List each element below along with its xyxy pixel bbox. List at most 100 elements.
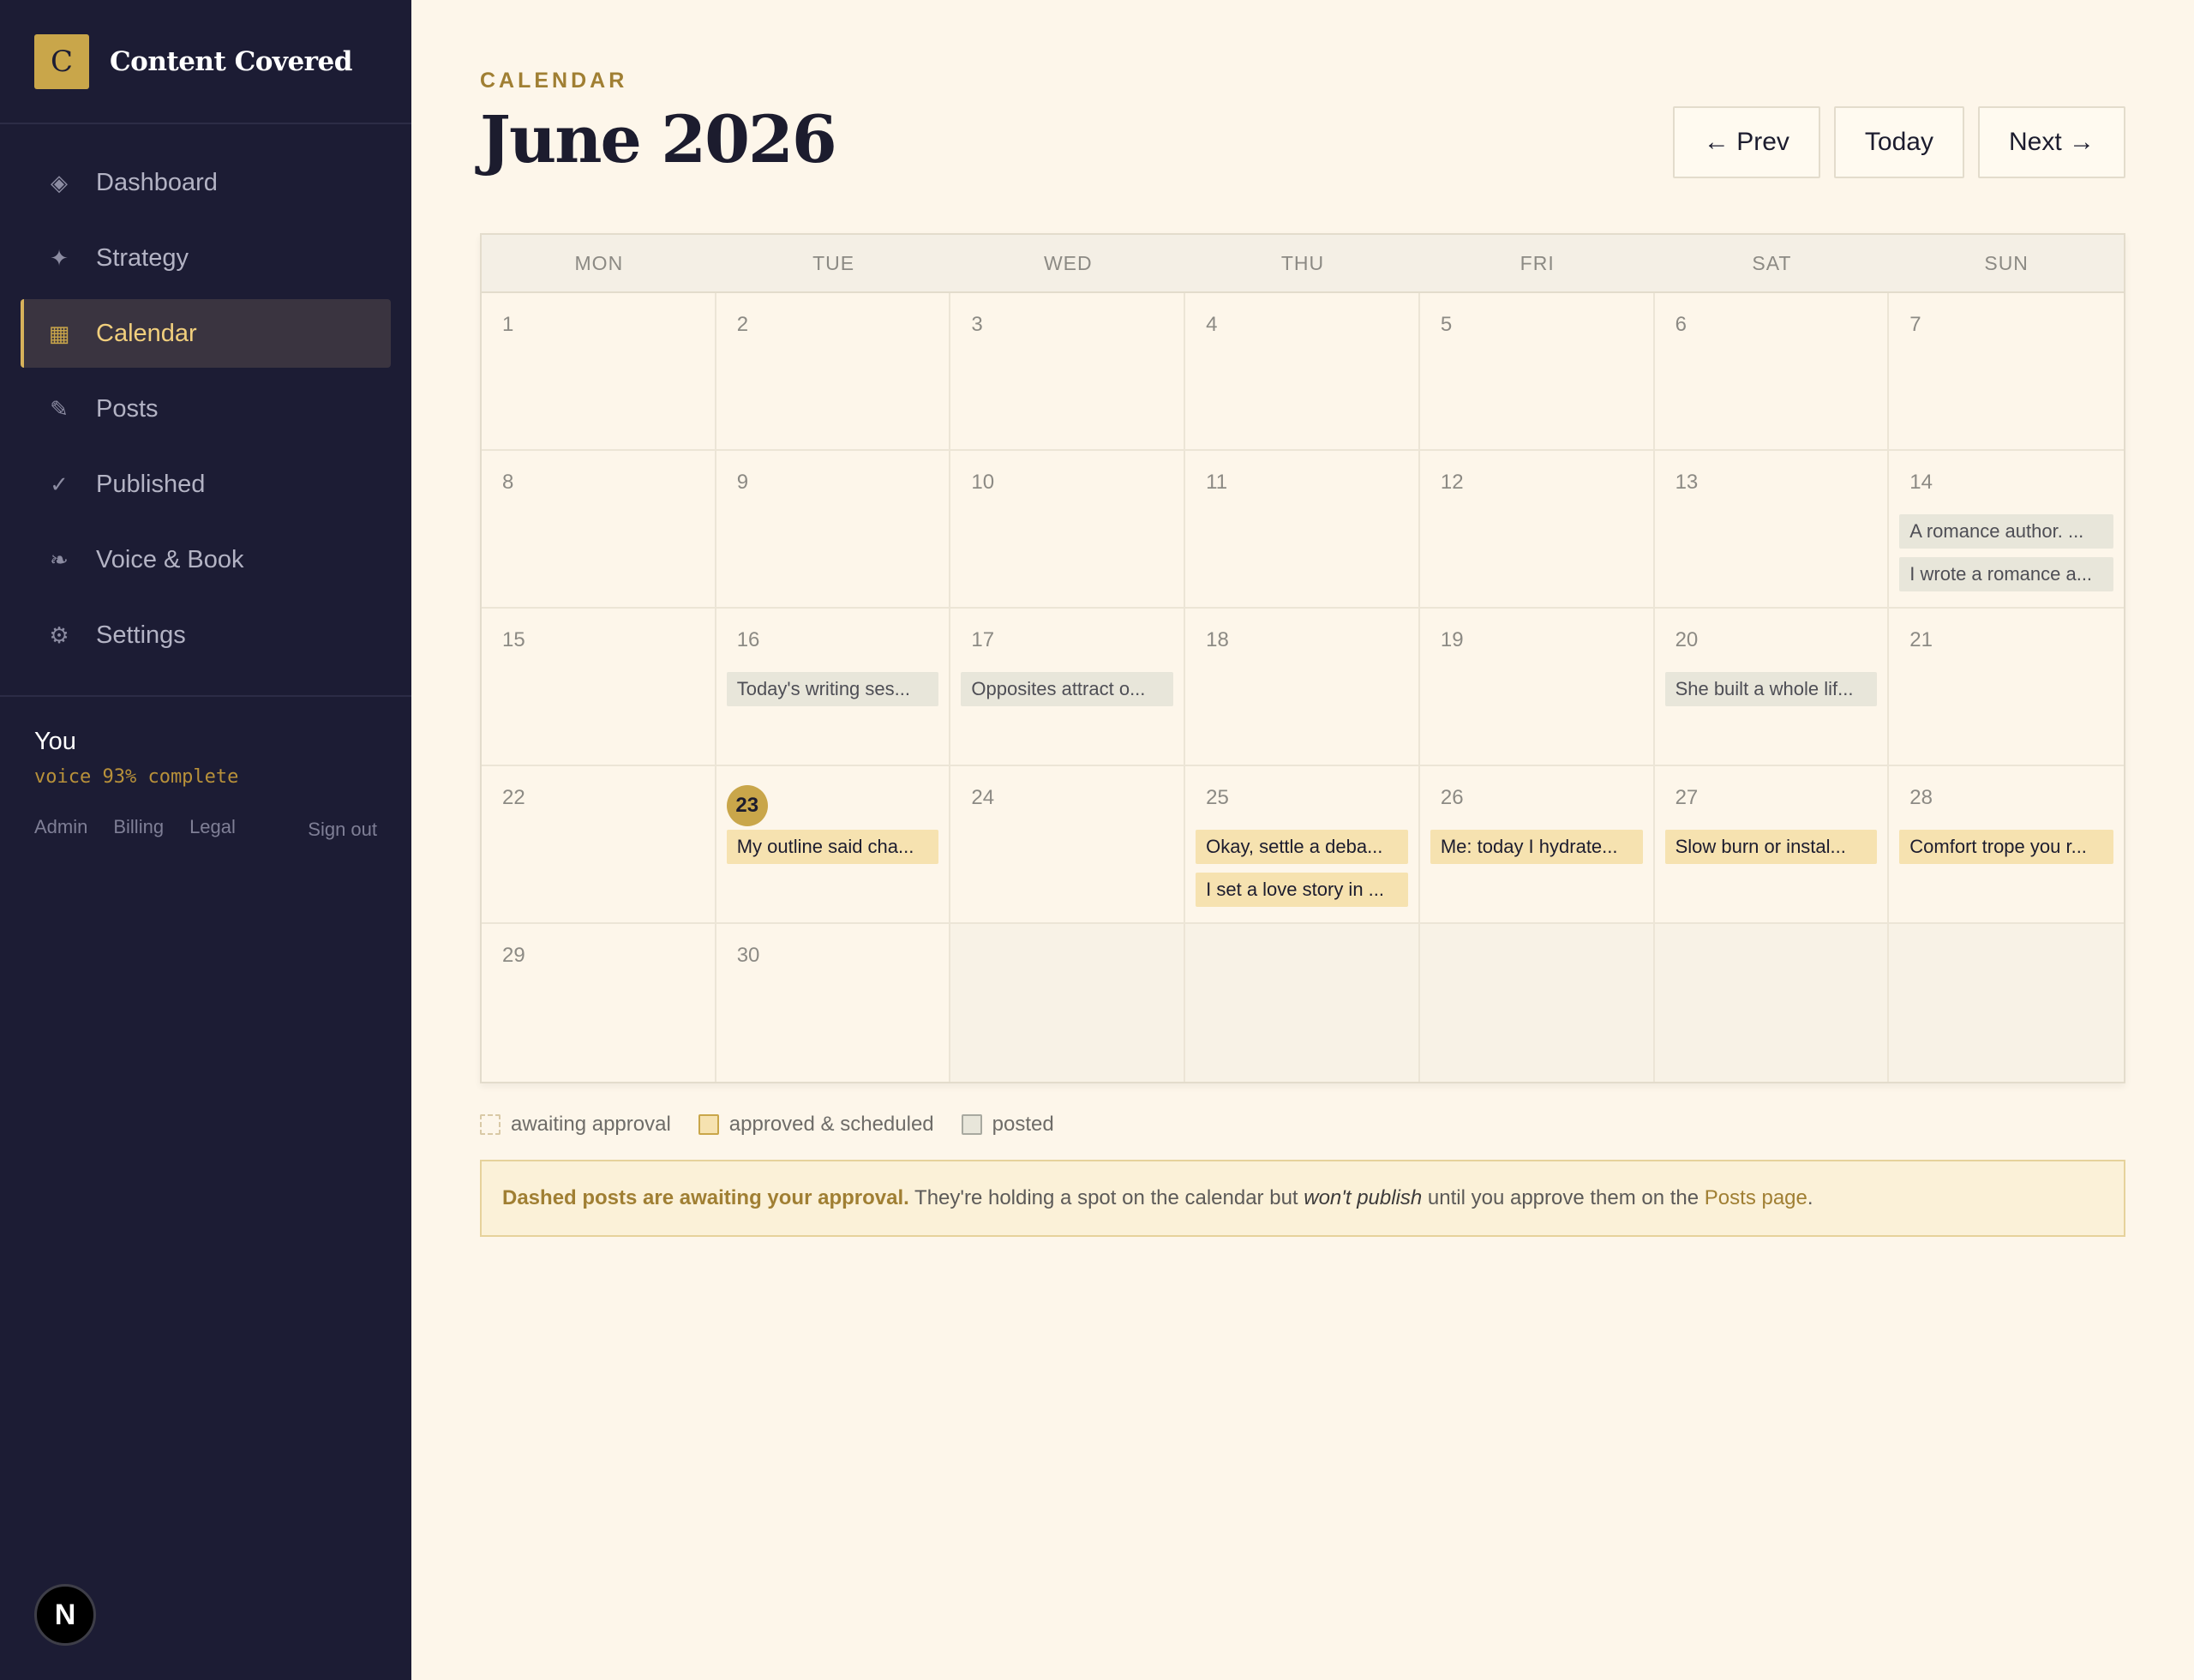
calendar-day-cell[interactable]: 20 She built a whole lif... bbox=[1654, 609, 1890, 766]
sidebar-item-calendar[interactable]: ▦ Calendar bbox=[21, 299, 391, 368]
day-number: 25 bbox=[1206, 786, 1229, 809]
calendar-post-approved[interactable]: I set a love story in ... bbox=[1196, 873, 1408, 907]
billing-link[interactable]: Billing bbox=[113, 816, 164, 838]
calendar-post-approved[interactable]: Okay, settle a deba... bbox=[1196, 830, 1408, 864]
day-number: 13 bbox=[1675, 471, 1699, 494]
calendar-day-cell[interactable]: 27 Slow burn or instal... bbox=[1654, 766, 1890, 924]
calendar-day-cell[interactable]: 2 bbox=[716, 293, 951, 451]
calendar-post-approved[interactable]: My outline said cha... bbox=[726, 830, 939, 864]
weekday-mon: MON bbox=[574, 251, 624, 274]
sidebar-item-posts[interactable]: ✎ Posts bbox=[21, 375, 391, 443]
calendar-empty-cell bbox=[1889, 924, 2124, 1082]
diamond-icon: ◈ bbox=[51, 169, 68, 195]
posts-page-link[interactable]: Posts page bbox=[1705, 1186, 1807, 1210]
brand[interactable]: C Content Covered bbox=[0, 0, 411, 124]
today-button[interactable]: Today bbox=[1833, 106, 1964, 178]
calendar-post-posted[interactable]: I wrote a romance a... bbox=[1899, 557, 2113, 591]
calendar-day-cell[interactable]: 30 bbox=[716, 924, 951, 1082]
sidebar-item-strategy[interactable]: ✦ Strategy bbox=[21, 224, 391, 292]
section-eyebrow: CALENDAR bbox=[480, 69, 628, 93]
calendar-day-cell[interactable]: 18 bbox=[1185, 609, 1420, 766]
calendar-day-cell[interactable]: 17 Opposites attract o... bbox=[950, 609, 1186, 766]
calendar-grid: MON TUE WED THU FRI SAT SUN 1 2 3 4 5 6 7 8 9 10 11 12 13 1… bbox=[480, 233, 2125, 1083]
calendar-day-cell[interactable]: 24 bbox=[950, 766, 1186, 924]
legal-link[interactable]: Legal bbox=[189, 816, 236, 838]
day-number: 4 bbox=[1206, 313, 1218, 336]
calendar-day-cell[interactable]: 10 bbox=[950, 451, 1186, 609]
calendar-day-cell[interactable]: 11 bbox=[1185, 451, 1420, 609]
calendar-day-cell[interactable]: 19 bbox=[1419, 609, 1655, 766]
sidebar-item-label: Voice & Book bbox=[96, 545, 244, 573]
calendar-day-cell[interactable]: 28 Comfort trope you r... bbox=[1889, 766, 2124, 924]
legend-approved-label: approved & scheduled bbox=[728, 1113, 934, 1136]
calendar-day-cell[interactable]: 14 A romance author. ... I wrote a romance… bbox=[1889, 451, 2124, 609]
day-number: 17 bbox=[971, 628, 995, 651]
weekday-tue: TUE bbox=[812, 251, 855, 274]
calendar-post-posted[interactable]: A romance author. ... bbox=[1899, 514, 2113, 549]
calendar-post-approved[interactable]: Comfort trope you r... bbox=[1899, 830, 2113, 864]
weekday-sat: SAT bbox=[1752, 251, 1792, 274]
calendar-day-cell[interactable]: 23 My outline said cha... bbox=[716, 766, 951, 924]
sidebar-item-label: Strategy bbox=[96, 243, 189, 272]
calendar-empty-cell bbox=[950, 924, 1186, 1082]
admin-link[interactable]: Admin bbox=[34, 816, 87, 838]
approval-notice: Dashed posts are awaiting your approval.… bbox=[480, 1160, 2125, 1237]
calendar-post-posted[interactable]: She built a whole lif... bbox=[1664, 672, 1878, 706]
calendar-day-cell[interactable]: 8 bbox=[482, 451, 716, 609]
day-number: 2 bbox=[736, 313, 749, 336]
next-month-button[interactable]: Next → bbox=[1977, 106, 2125, 178]
gear-icon: ⚙ bbox=[49, 621, 69, 648]
sidebar-item-settings[interactable]: ⚙ Settings bbox=[21, 601, 391, 669]
calendar-day-cell[interactable]: 9 bbox=[716, 451, 951, 609]
day-number: 6 bbox=[1675, 313, 1687, 336]
sidebar-item-label: Settings bbox=[96, 621, 186, 649]
day-number: 24 bbox=[971, 786, 995, 809]
calendar-day-cell[interactable]: 6 bbox=[1654, 293, 1890, 451]
day-number: 7 bbox=[1909, 313, 1921, 336]
legend-awaiting-label: awaiting approval bbox=[511, 1113, 671, 1136]
calendar-day-cell[interactable]: 16 Today's writing ses... bbox=[716, 609, 951, 766]
sidebar-item-dashboard[interactable]: ◈ Dashboard bbox=[21, 148, 391, 217]
notice-text-1: They're holding a spot on the calendar b… bbox=[908, 1186, 1304, 1209]
calendar-day-cell[interactable]: 7 bbox=[1889, 293, 2124, 451]
calendar-day-cell[interactable]: 3 bbox=[950, 293, 1186, 451]
calendar-day-cell[interactable]: 1 bbox=[482, 293, 716, 451]
prev-month-button[interactable]: ← Prev bbox=[1672, 106, 1820, 178]
calendar-day-cell[interactable]: 12 bbox=[1419, 451, 1655, 609]
user-block: You voice 93% complete Admin Billing Leg… bbox=[0, 697, 411, 841]
calendar-empty-cell bbox=[1654, 924, 1890, 1082]
legend-awaiting: awaiting approval bbox=[480, 1113, 671, 1137]
calendar-day-cell[interactable]: 15 bbox=[482, 609, 716, 766]
calendar-day-cell[interactable]: 29 bbox=[482, 924, 716, 1082]
day-number: 16 bbox=[736, 628, 760, 651]
calendar-post-approved[interactable]: Me: today I hydrate... bbox=[1430, 830, 1643, 864]
brand-logo: C bbox=[34, 33, 89, 89]
day-number: 15 bbox=[502, 628, 525, 651]
legend: awaiting approval approved & scheduled p… bbox=[480, 1113, 1082, 1137]
calendar-day-cell[interactable]: 4 bbox=[1185, 293, 1420, 451]
sign-out-link[interactable]: Sign out bbox=[308, 819, 377, 841]
posted-swatch bbox=[961, 1114, 982, 1135]
user-name: You bbox=[34, 728, 76, 755]
calendar-post-approved[interactable]: Slow burn or instal... bbox=[1664, 830, 1878, 864]
calendar-days: 1 2 3 4 5 6 7 8 9 10 11 12 13 14 A romance author. ...… bbox=[482, 293, 2124, 1082]
legend-approved: approved & scheduled bbox=[698, 1113, 934, 1137]
today-day-number: 23 bbox=[726, 785, 768, 826]
weekday-fri: FRI bbox=[1520, 251, 1555, 274]
sidebar-item-voice-book[interactable]: ❧ Voice & Book bbox=[21, 525, 391, 594]
calendar-day-cell[interactable]: 22 bbox=[482, 766, 716, 924]
calendar-day-cell[interactable]: 25 Okay, settle a deba... I set a love sto… bbox=[1185, 766, 1420, 924]
day-number: 1 bbox=[502, 313, 514, 336]
calendar-post-posted[interactable]: Opposites attract o... bbox=[961, 672, 1174, 706]
calendar-day-cell[interactable]: 13 bbox=[1654, 451, 1890, 609]
brand-name: Content Covered bbox=[110, 45, 352, 77]
n-badge-icon[interactable]: N bbox=[34, 1584, 96, 1646]
calendar-empty-cell bbox=[1185, 924, 1420, 1082]
sidebar-item-label: Posts bbox=[96, 394, 159, 423]
sidebar-item-published[interactable]: ✓ Published bbox=[21, 450, 391, 519]
calendar-day-cell[interactable]: 21 bbox=[1889, 609, 2124, 766]
weekday-thu: THU bbox=[1280, 251, 1325, 274]
calendar-day-cell[interactable]: 26 Me: today I hydrate... bbox=[1419, 766, 1655, 924]
calendar-post-posted[interactable]: Today's writing ses... bbox=[726, 672, 939, 706]
calendar-day-cell[interactable]: 5 bbox=[1419, 293, 1655, 451]
